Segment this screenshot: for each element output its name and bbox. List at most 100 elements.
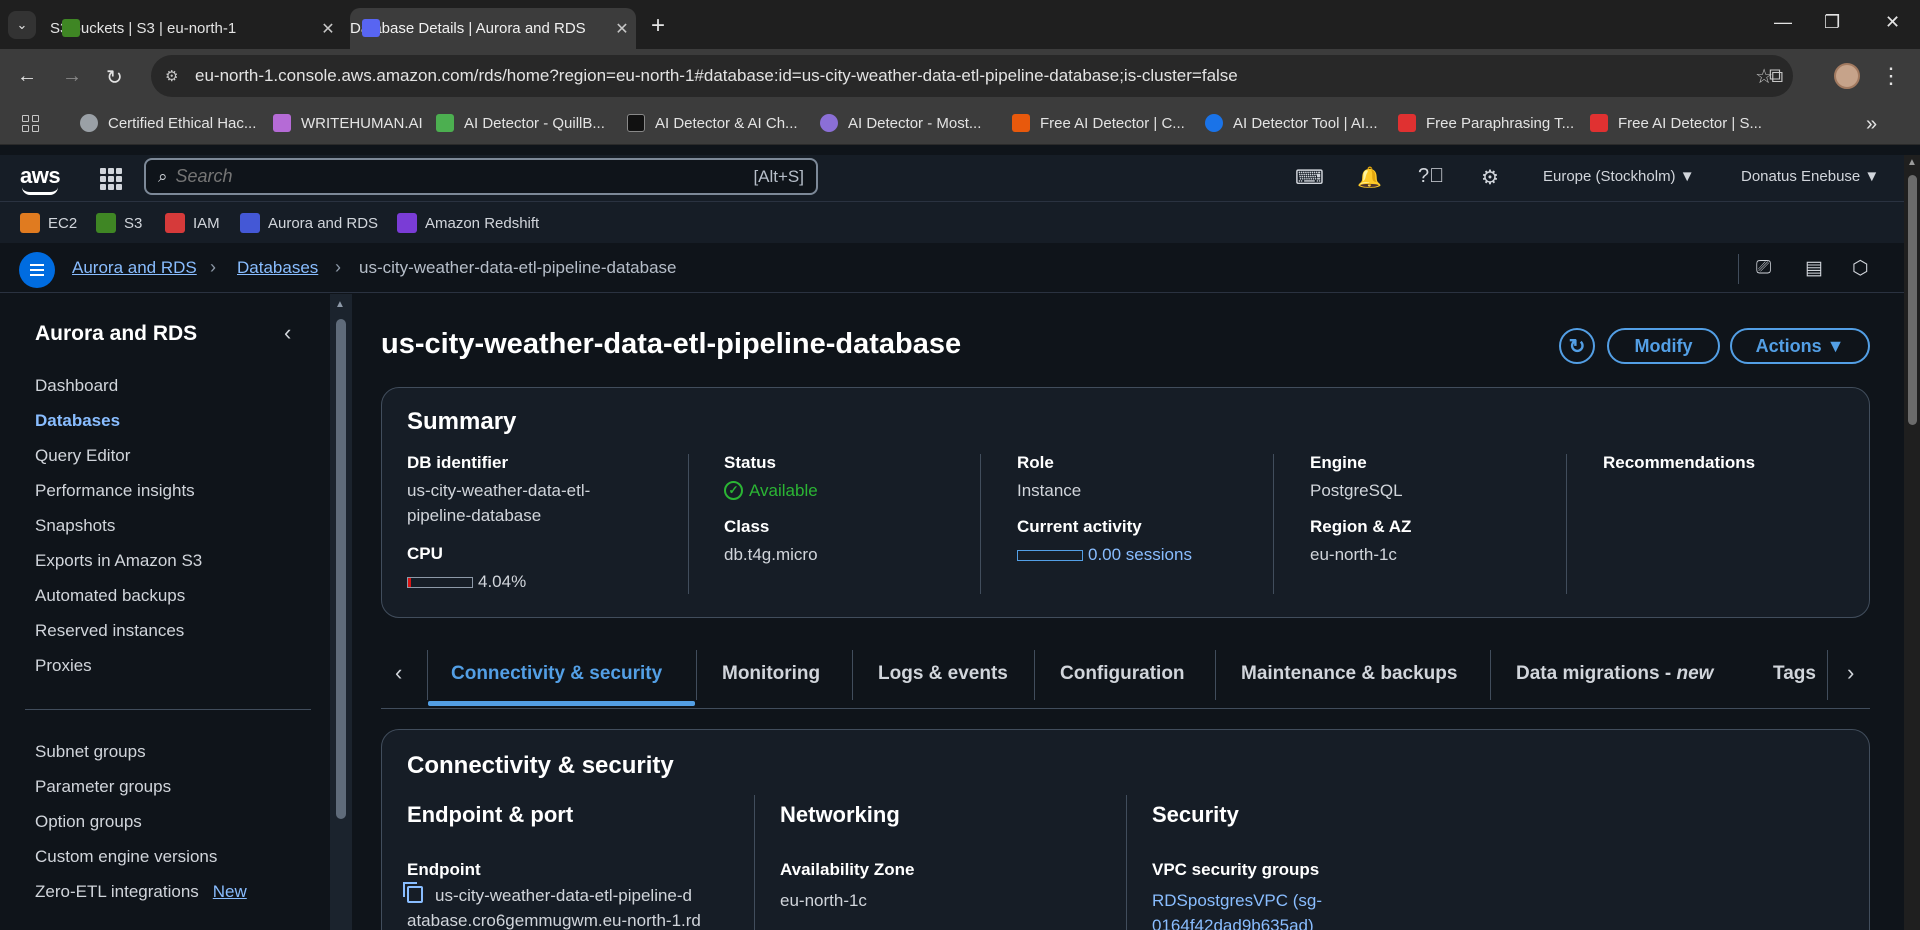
minimize-icon[interactable]: — xyxy=(1774,12,1792,33)
summary-col-recommendations: Recommendations xyxy=(1603,453,1755,473)
page-scrollbar[interactable]: ▲ xyxy=(1904,155,1920,930)
tab-tags[interactable]: Tags xyxy=(1773,663,1816,685)
sidebar-item-databases[interactable]: Databases xyxy=(35,411,120,431)
modify-button[interactable]: Modify xyxy=(1607,328,1720,364)
back-icon[interactable]: ← xyxy=(17,65,37,88)
bookmark-item[interactable]: AI Detector - Most... xyxy=(820,114,981,132)
tabs-scroll-left-icon[interactable]: ‹ xyxy=(395,660,402,686)
activity-value[interactable]: 0.00 sessions xyxy=(1017,542,1192,567)
profile-avatar[interactable] xyxy=(1834,63,1860,89)
column-divider xyxy=(754,795,755,930)
url-bar[interactable]: ⚙ eu-north-1.console.aws.amazon.com/rds/… xyxy=(151,55,1793,97)
fav-ec2[interactable]: EC2 xyxy=(20,213,77,233)
console-toolbar-icon[interactable]: ⎚ xyxy=(1756,257,1771,279)
tab-divider xyxy=(852,650,853,700)
tab-divider xyxy=(696,650,697,700)
extensions-icon[interactable]: ⧉ xyxy=(1769,65,1783,88)
tab-maintenance-backups[interactable]: Maintenance & backups xyxy=(1241,663,1457,685)
forward-icon[interactable]: → xyxy=(62,65,82,88)
db-identifier-line: pipeline-database xyxy=(407,506,542,525)
fav-iam[interactable]: IAM xyxy=(165,213,220,233)
sidebar-item-reserved-instances[interactable]: Reserved instances xyxy=(35,621,184,641)
sidebar-collapse-icon[interactable]: ‹ xyxy=(284,320,291,346)
tab-data-migrations[interactable]: Data migrations - new xyxy=(1516,663,1713,685)
breadcrumb-databases[interactable]: Databases xyxy=(237,258,318,278)
tabs-scroll-right-icon[interactable]: › xyxy=(1847,660,1854,686)
scroll-thumb[interactable] xyxy=(336,319,346,819)
refresh-button[interactable]: ↻ xyxy=(1559,328,1595,364)
tab-monitoring[interactable]: Monitoring xyxy=(722,663,820,685)
bookmarks-overflow-icon[interactable]: » xyxy=(1866,113,1877,136)
reload-icon[interactable]: ↻ xyxy=(106,65,123,90)
sidebar-item-query-editor[interactable]: Query Editor xyxy=(35,446,130,466)
sidebar-divider xyxy=(25,709,311,710)
browser-tab-s3[interactable]: S3 buckets | S3 | eu-north-1 ✕ xyxy=(50,8,342,49)
browser-tab-rds[interactable]: Database Details | Aurora and RDS ✕ xyxy=(350,8,636,49)
fav-rds[interactable]: Aurora and RDS xyxy=(240,213,378,233)
sidebar-item-dashboard[interactable]: Dashboard xyxy=(35,376,118,396)
sidebar-item-option-groups[interactable]: Option groups xyxy=(35,812,142,832)
bookmark-item[interactable]: AI Detector Tool | AI... xyxy=(1205,114,1378,132)
networking-heading: Networking xyxy=(780,802,900,827)
status-value: ✓ Available xyxy=(724,478,818,503)
aws-logo[interactable]: aws xyxy=(20,163,61,189)
bookmark-item[interactable]: AI Detector & AI Ch... xyxy=(627,114,798,132)
tab-connectivity-security[interactable]: Connectivity & security xyxy=(451,663,662,685)
notifications-bell-icon[interactable]: 🔔 xyxy=(1357,165,1382,190)
aws-smile-icon xyxy=(22,187,58,195)
restore-icon[interactable]: ❐ xyxy=(1824,12,1840,33)
close-tab-icon[interactable]: ✕ xyxy=(314,19,342,39)
scroll-thumb[interactable] xyxy=(1908,175,1917,425)
settings-gear-icon[interactable]: ⚙ xyxy=(1481,165,1499,190)
close-tab-icon[interactable]: ✕ xyxy=(608,19,636,39)
services-grid-icon[interactable] xyxy=(100,168,122,190)
bookmark-item[interactable]: WRITEHUMAN.AI xyxy=(273,114,423,132)
sidebar-item-automated-backups[interactable]: Automated backups xyxy=(35,586,185,606)
search-input[interactable] xyxy=(175,166,696,187)
bookmark-item[interactable]: Free AI Detector | S... xyxy=(1590,114,1762,132)
scroll-up-icon[interactable]: ▲ xyxy=(1907,157,1917,168)
tab-search-button[interactable]: ⌄ xyxy=(8,11,36,39)
sidebar-item-exports-s3[interactable]: Exports in Amazon S3 xyxy=(35,551,202,571)
apps-grid-icon[interactable] xyxy=(22,115,40,133)
sidebar-item-snapshots[interactable]: Snapshots xyxy=(35,516,115,536)
tab-divider xyxy=(427,650,428,700)
menu-more-icon[interactable]: ⋮ xyxy=(1880,63,1902,89)
bookmark-item[interactable]: Certified Ethical Hac... xyxy=(80,114,256,132)
bookmark-item[interactable]: AI Detector - QuillB... xyxy=(436,114,605,132)
new-tab-icon[interactable]: + xyxy=(651,12,665,40)
sidebar-item-custom-engine-versions[interactable]: Custom engine versions xyxy=(35,847,217,867)
endpoint-line: atabase.cro6gemmugwm.eu-north-1.rd xyxy=(407,911,701,930)
new-badge[interactable]: New xyxy=(213,882,247,901)
tab-logs-events[interactable]: Logs & events xyxy=(878,663,1008,685)
sidebar-item-proxies[interactable]: Proxies xyxy=(35,656,92,676)
sidebar-item-subnet-groups[interactable]: Subnet groups xyxy=(35,742,146,762)
fav-s3[interactable]: S3 xyxy=(96,213,142,233)
sidebar-scrollbar[interactable]: ▲ xyxy=(330,294,352,930)
settings-panel-icon[interactable]: ⬡ xyxy=(1852,257,1869,280)
info-panel-icon[interactable]: ▤ xyxy=(1805,257,1823,280)
site-info-icon[interactable]: ⚙ xyxy=(165,67,185,85)
actions-button[interactable]: Actions ▼ xyxy=(1730,328,1870,364)
account-menu[interactable]: Donatus Enebuse ▼ xyxy=(1741,168,1879,185)
menu-hamburger-icon[interactable] xyxy=(19,252,55,288)
sidebar-item-parameter-groups[interactable]: Parameter groups xyxy=(35,777,171,797)
aws-search-box[interactable]: ⌕ [Alt+S] xyxy=(144,158,818,195)
bookmark-item[interactable]: Free Paraphrasing T... xyxy=(1398,114,1574,132)
cloudshell-icon[interactable]: ⌨ xyxy=(1295,165,1324,190)
sidebar-item-zero-etl[interactable]: Zero-ETL integrations New xyxy=(35,882,247,902)
help-icon[interactable]: ?⃝ xyxy=(1418,165,1444,188)
fav-redshift[interactable]: Amazon Redshift xyxy=(397,213,539,233)
tab-configuration[interactable]: Configuration xyxy=(1060,663,1185,685)
sidebar-item-performance-insights[interactable]: Performance insights xyxy=(35,481,195,501)
region-selector[interactable]: Europe (Stockholm) ▼ xyxy=(1543,168,1695,185)
breadcrumb-aurora-rds[interactable]: Aurora and RDS xyxy=(72,258,197,278)
breadcrumb-bar: Aurora and RDS › Databases › us-city-wea… xyxy=(0,243,1904,293)
bookmark-label: WRITEHUMAN.AI xyxy=(301,114,423,132)
bookmark-item[interactable]: Free AI Detector | C... xyxy=(1012,114,1185,132)
close-window-icon[interactable]: ✕ xyxy=(1885,12,1900,33)
connectivity-panel: Connectivity & security Endpoint & port … xyxy=(381,729,1870,930)
vpc-sg-link[interactable]: RDSpostgresVPC (sg- 0164f42dad9b635ad) xyxy=(1152,888,1322,930)
copy-icon[interactable] xyxy=(403,882,423,903)
scroll-up-icon[interactable]: ▲ xyxy=(335,299,345,310)
